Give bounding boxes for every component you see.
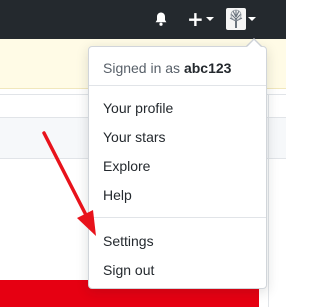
chevron-down-icon (205, 17, 214, 21)
user-dropdown-menu: Signed in as abc123 Your profile Your st… (88, 46, 267, 289)
menu-item-your-stars[interactable]: Your stars (103, 129, 166, 145)
dropdown-pointer-fill (247, 40, 261, 47)
chevron-down-icon (248, 17, 256, 21)
top-header-bar: + (0, 0, 286, 39)
menu-item-your-profile[interactable]: Your profile (103, 100, 173, 116)
user-menu-toggle[interactable] (226, 7, 256, 31)
plus-icon: + (187, 7, 204, 31)
create-new-dropdown[interactable]: + (187, 9, 214, 29)
avatar (226, 8, 246, 30)
menu-item-settings[interactable]: Settings (103, 233, 154, 249)
menu-item-sign-out[interactable]: Sign out (103, 262, 154, 278)
signed-in-header: Signed in as abc123 (103, 60, 231, 76)
username: abc123 (183, 60, 232, 76)
menu-item-explore[interactable]: Explore (103, 158, 150, 174)
signed-in-label: Signed in as (103, 60, 181, 76)
menu-item-help[interactable]: Help (103, 187, 132, 203)
panel-border (268, 95, 269, 307)
bell-icon[interactable] (153, 11, 169, 27)
tree-avatar-icon (229, 9, 243, 28)
dropdown-divider (89, 85, 266, 86)
dropdown-divider (89, 217, 266, 218)
